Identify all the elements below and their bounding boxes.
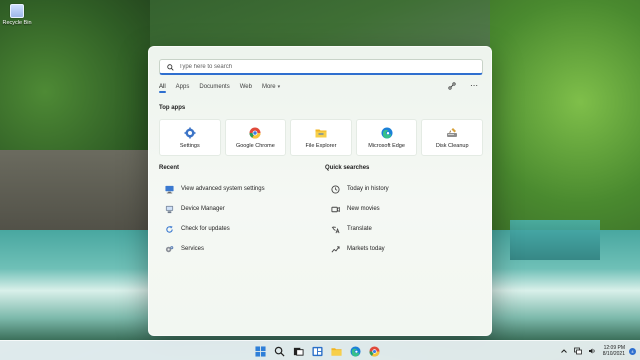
translate-icon [331,225,340,234]
recent-item-label: Check for updates [181,226,230,232]
recent-item-device-manager[interactable]: Device Manager [159,199,309,219]
folder-icon [315,129,327,137]
top-app-edge[interactable]: Microsoft Edge [355,119,418,156]
top-app-label: Google Chrome [235,142,275,149]
recent-title: Recent [159,165,180,171]
clock-icon [331,184,340,194]
tab-more[interactable]: More ▾ [262,84,280,93]
recent-item-services[interactable]: Services [159,239,309,259]
recent-list: View advanced system settings Device Man… [159,179,309,259]
notification-badge[interactable]: 4 [629,347,636,355]
windows-start-icon [254,345,266,357]
search-box[interactable] [159,59,483,75]
task-view-icon [293,347,304,356]
taskbar-search-button[interactable] [273,345,285,357]
taskbar-file-explorer-button[interactable] [330,345,342,357]
quick-searches-title: Quick searches [325,165,370,171]
top-app-label: Settings [179,142,200,149]
taskbar-start-button[interactable] [254,345,266,357]
desktop-icon-label: Recycle Bin [2,20,32,26]
monitor-settings-icon [165,185,174,194]
quick-item-translate[interactable]: Translate [325,219,475,239]
quick-item-today-in-history[interactable]: Today in history [325,179,475,199]
tab-apps[interactable]: Apps [176,84,190,93]
quick-item-new-movies[interactable]: New movies [325,199,475,219]
more-options-icon[interactable]: ⋯ [469,81,479,91]
device-manager-icon [165,205,174,214]
edge-icon [381,127,393,139]
recent-item-check-for-updates[interactable]: Check for updates [159,219,309,239]
tab-web[interactable]: Web [240,84,252,93]
recent-item-advanced-system-settings[interactable]: View advanced system settings [159,179,309,199]
services-gear-icon [165,245,174,254]
tab-documents[interactable]: Documents [199,84,229,93]
search-icon [167,58,174,76]
quick-item-markets-today[interactable]: Markets today [325,239,475,259]
wallpaper-rock [0,150,150,240]
chrome-icon [249,127,261,139]
panel-actions: ⋯ [447,81,479,91]
wallpaper-river-right [510,220,600,260]
chrome-icon [368,345,380,357]
share-icon[interactable] [447,81,457,91]
top-apps-grid: Settings Google Chrome File Explorer Mic… [159,119,483,156]
top-app-label: Disk Cleanup [435,142,469,149]
recent-item-label: Services [181,246,205,252]
top-app-file-explorer[interactable]: File Explorer [290,119,352,156]
quick-item-label: Translate [347,226,372,232]
top-apps-title: Top apps [159,105,186,111]
taskbar-clock[interactable]: 12:09 PM 8/10/2021 [603,345,625,357]
recycle-bin-icon [10,4,24,18]
quick-searches-list: Today in history New movies Translate Ma… [325,179,475,259]
quick-item-label: Today in history [347,186,389,192]
taskbar-pinned [254,345,380,357]
taskbar-task-view-button[interactable] [292,345,304,357]
top-app-settings[interactable]: Settings [159,119,221,156]
recent-item-label: Device Manager [181,206,225,212]
movie-icon [331,205,340,214]
top-app-label: Microsoft Edge [368,142,405,149]
taskbar-edge-button[interactable] [349,345,361,357]
gear-icon [184,127,196,138]
volume-icon[interactable] [588,347,597,356]
tab-more-label: More [261,84,276,90]
network-icon[interactable] [574,347,583,356]
search-input[interactable] [179,63,469,70]
quick-item-label: New movies [347,206,380,212]
edge-icon [349,345,361,357]
quick-item-label: Markets today [347,246,385,252]
disk-cleanup-icon [447,127,458,137]
chevron-up-icon[interactable] [560,347,569,356]
top-app-chrome[interactable]: Google Chrome [224,119,287,156]
folder-icon [330,347,342,356]
clock-date: 8/10/2021 [602,351,625,357]
recent-item-label: View advanced system settings [181,186,265,192]
system-tray: 12:09 PM 8/10/2021 4 [555,341,640,360]
refresh-icon [165,225,174,234]
desktop-icon-recycle-bin[interactable]: Recycle Bin [2,4,32,36]
widgets-icon [311,346,323,356]
top-app-label: File Explorer [305,142,337,149]
taskbar-widgets-button[interactable] [311,345,323,357]
taskbar-chrome-button[interactable] [368,345,380,357]
filter-tabs: All Apps Documents Web More ▾ [159,84,280,93]
search-icon [274,346,285,357]
taskbar: 12:09 PM 8/10/2021 4 [0,340,640,360]
chevron-down-icon: ▾ [277,84,281,90]
top-app-disk-cleanup[interactable]: Disk Cleanup [421,119,483,156]
chart-icon [331,245,340,254]
tab-all[interactable]: All [159,84,166,93]
search-panel: All Apps Documents Web More▾ ⋯ Top apps … [148,46,492,336]
